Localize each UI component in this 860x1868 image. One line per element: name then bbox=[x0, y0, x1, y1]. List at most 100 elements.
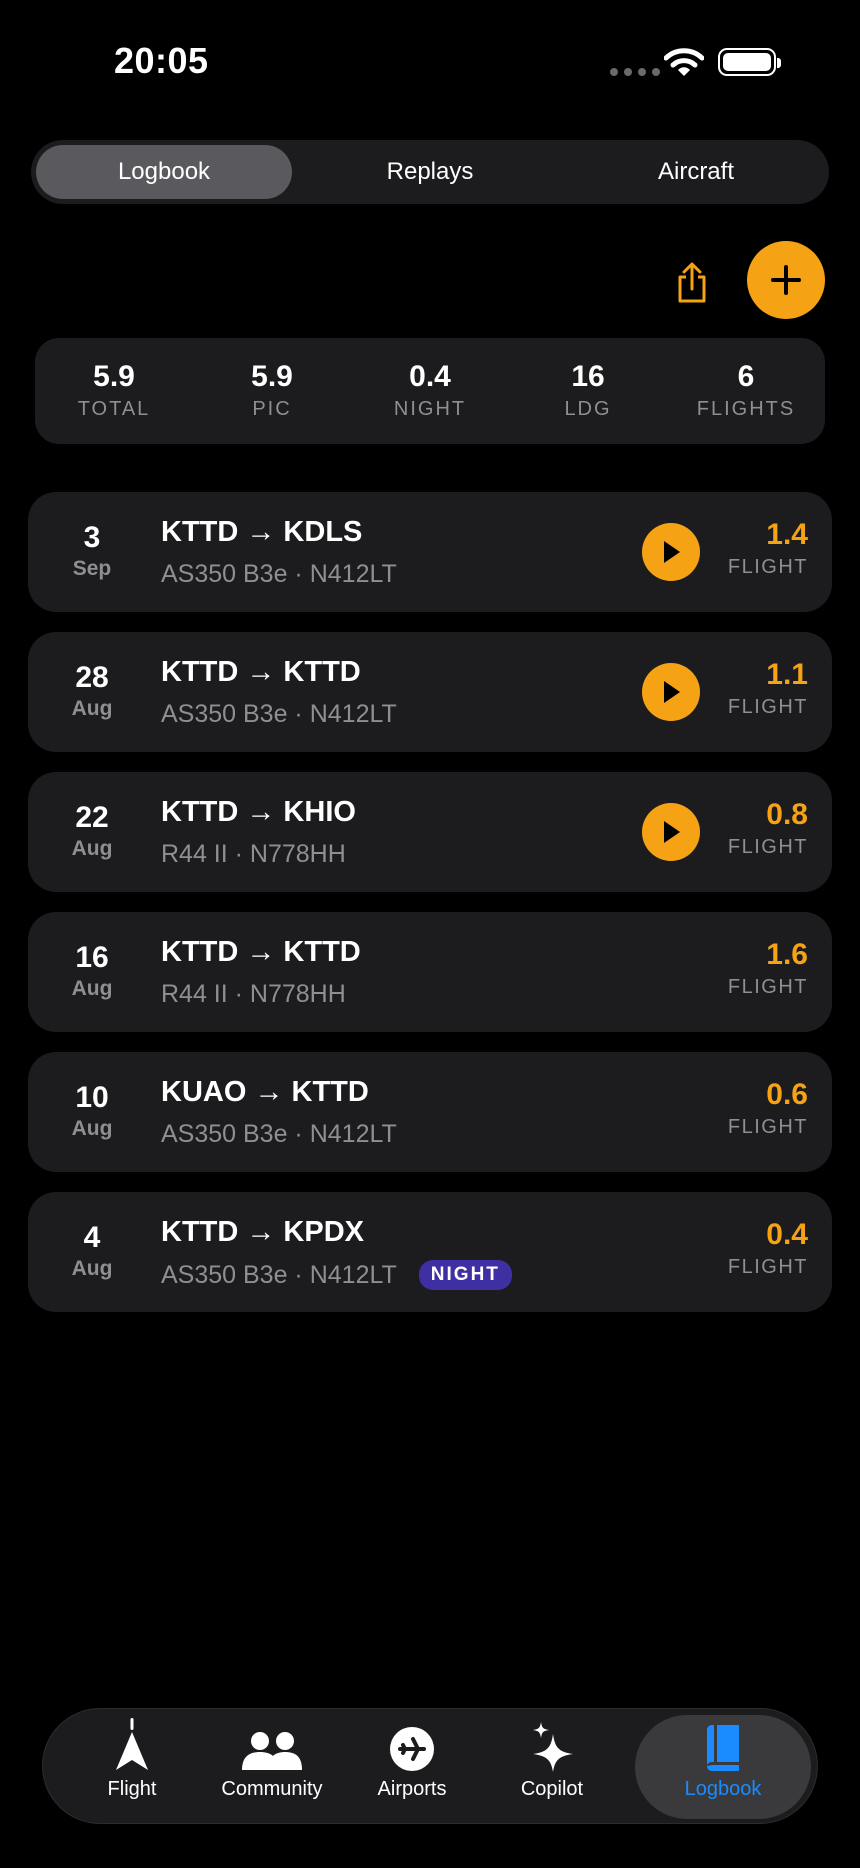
plus-icon bbox=[771, 265, 801, 295]
aircraft-label: R44 II · N778HH bbox=[161, 980, 346, 1008]
date-day: 3 bbox=[83, 521, 101, 554]
stat-label: NIGHT bbox=[393, 398, 467, 420]
aircraft-label: AS350 B3e · N412LT bbox=[161, 1120, 397, 1148]
airplane-circle-icon bbox=[390, 1727, 434, 1771]
stat-label: TOTAL bbox=[77, 398, 151, 420]
stat-night: 0.4 NIGHT bbox=[351, 338, 509, 444]
flight-hours: 0.6 FLIGHT bbox=[728, 1078, 808, 1142]
flight-hours: 1.1 FLIGHT bbox=[728, 658, 808, 722]
stats-summary: 5.9 TOTAL 5.9 PIC 0.4 NIGHT 16 LDG 6 FLI… bbox=[35, 338, 825, 444]
tab-label: Community bbox=[221, 1778, 323, 1800]
hours-label: FLIGHT bbox=[727, 1116, 808, 1138]
flight-date: 28 Aug bbox=[28, 632, 156, 752]
flight-row[interactable]: 16 Aug KTTD → KTTD R44 II · N778HH 1.6 F… bbox=[28, 912, 832, 1032]
night-badge: NIGHT bbox=[418, 1260, 512, 1290]
share-icon bbox=[678, 262, 706, 303]
stat-pic: 5.9 PIC bbox=[193, 338, 351, 444]
segmented-control: Logbook Replays Aircraft bbox=[31, 140, 829, 204]
play-icon bbox=[664, 541, 680, 563]
date-month: Aug bbox=[71, 977, 113, 1000]
flight-hours: 0.4 FLIGHT bbox=[728, 1218, 808, 1282]
play-icon bbox=[664, 821, 680, 843]
stat-value: 0.4 bbox=[409, 360, 451, 393]
flight-hours: 0.8 FLIGHT bbox=[728, 798, 808, 862]
flight-route: KTTD → KHIO bbox=[161, 796, 356, 828]
stat-label: LDG bbox=[564, 398, 612, 420]
tab-community[interactable]: Community bbox=[207, 1715, 337, 1819]
sparkles-icon bbox=[533, 1722, 573, 1772]
date-month: Aug bbox=[71, 697, 113, 720]
flight-list: 3 Sep KTTD → KDLS AS350 B3e · N412LT 1.4… bbox=[28, 492, 832, 1332]
stat-value: 6 bbox=[737, 360, 755, 393]
segment-logbook[interactable]: Logbook bbox=[36, 145, 292, 199]
flight-aircraft: AS350 B3e · N412LT NIGHT bbox=[161, 1260, 512, 1290]
flight-date: 16 Aug bbox=[28, 912, 156, 1032]
tab-label: Flight bbox=[107, 1778, 157, 1800]
aircraft-label: AS350 B3e · N412LT bbox=[161, 1260, 397, 1289]
add-flight-button[interactable] bbox=[747, 241, 825, 319]
hours-label: FLIGHT bbox=[727, 836, 808, 858]
hours-label: FLIGHT bbox=[727, 696, 808, 718]
flight-route: KTTD → KPDX bbox=[161, 1216, 364, 1248]
flight-aircraft: AS350 B3e · N412LT bbox=[161, 1120, 397, 1149]
date-month: Aug bbox=[71, 837, 113, 860]
date-day: 28 bbox=[75, 661, 109, 694]
hours-value: 0.4 bbox=[766, 1218, 808, 1251]
wifi-icon bbox=[664, 48, 704, 76]
flight-route: KUAO → KTTD bbox=[161, 1076, 369, 1108]
hours-value: 0.6 bbox=[766, 1078, 808, 1111]
flight-aircraft: R44 II · N778HH bbox=[161, 980, 346, 1009]
tab-airports[interactable]: Airports bbox=[347, 1715, 477, 1819]
flight-route: KTTD → KDLS bbox=[161, 516, 363, 548]
tab-label: Logbook bbox=[684, 1778, 762, 1800]
tab-label: Airports bbox=[377, 1778, 447, 1800]
aircraft-label: AS350 B3e · N412LT bbox=[161, 700, 397, 728]
tab-flight[interactable]: Flight bbox=[67, 1715, 197, 1819]
date-day: 10 bbox=[75, 1081, 109, 1114]
flight-aircraft: R44 II · N778HH bbox=[161, 840, 346, 869]
cellular-signal-icon bbox=[610, 68, 660, 76]
tab-logbook[interactable]: Logbook bbox=[635, 1715, 811, 1819]
flight-date: 22 Aug bbox=[28, 772, 156, 892]
replay-play-button[interactable] bbox=[642, 663, 700, 721]
people-icon bbox=[242, 1732, 302, 1770]
tab-label: Copilot bbox=[520, 1778, 584, 1800]
flight-row[interactable]: 3 Sep KTTD → KDLS AS350 B3e · N412LT 1.4… bbox=[28, 492, 832, 612]
hours-value: 1.1 bbox=[766, 658, 808, 691]
hours-label: FLIGHT bbox=[727, 976, 808, 998]
stat-label: FLIGHTS bbox=[696, 398, 796, 420]
segment-replays[interactable]: Replays bbox=[302, 145, 558, 199]
tab-bar: Flight Community Airports Copilot Logboo… bbox=[42, 1708, 818, 1824]
date-day: 22 bbox=[75, 801, 109, 834]
battery-icon bbox=[718, 48, 781, 76]
flight-aircraft: AS350 B3e · N412LT bbox=[161, 700, 397, 729]
date-month: Sep bbox=[72, 557, 112, 580]
stat-value: 5.9 bbox=[251, 360, 293, 393]
stat-label: PIC bbox=[252, 398, 292, 420]
share-button[interactable] bbox=[670, 258, 714, 308]
flight-route: KTTD → KTTD bbox=[161, 936, 361, 968]
stat-value: 5.9 bbox=[93, 360, 135, 393]
segment-aircraft[interactable]: Aircraft bbox=[568, 145, 824, 199]
date-month: Aug bbox=[71, 1257, 113, 1280]
replay-play-button[interactable] bbox=[642, 523, 700, 581]
aircraft-label: R44 II · N778HH bbox=[161, 840, 346, 868]
flight-row[interactable]: 22 Aug KTTD → KHIO R44 II · N778HH 0.8 F… bbox=[28, 772, 832, 892]
flight-hours: 1.4 FLIGHT bbox=[728, 518, 808, 582]
flight-date: 10 Aug bbox=[28, 1052, 156, 1172]
tab-copilot[interactable]: Copilot bbox=[487, 1715, 617, 1819]
flight-hours: 1.6 FLIGHT bbox=[728, 938, 808, 1002]
hours-value: 1.4 bbox=[766, 518, 808, 551]
date-day: 16 bbox=[75, 941, 109, 974]
status-time: 20:05 bbox=[114, 40, 209, 81]
aircraft-label: AS350 B3e · N412LT bbox=[161, 560, 397, 588]
book-icon bbox=[707, 1725, 739, 1771]
flight-row[interactable]: 28 Aug KTTD → KTTD AS350 B3e · N412LT 1.… bbox=[28, 632, 832, 752]
date-day: 4 bbox=[83, 1221, 101, 1254]
stat-value: 16 bbox=[571, 360, 605, 393]
flight-row[interactable]: 4 Aug KTTD → KPDX AS350 B3e · N412LT NIG… bbox=[28, 1192, 832, 1312]
replay-play-button[interactable] bbox=[642, 803, 700, 861]
flight-row[interactable]: 10 Aug KUAO → KTTD AS350 B3e · N412LT 0.… bbox=[28, 1052, 832, 1172]
navigation-arrow-icon bbox=[116, 1718, 148, 1770]
stat-total: 5.9 TOTAL bbox=[35, 338, 193, 444]
